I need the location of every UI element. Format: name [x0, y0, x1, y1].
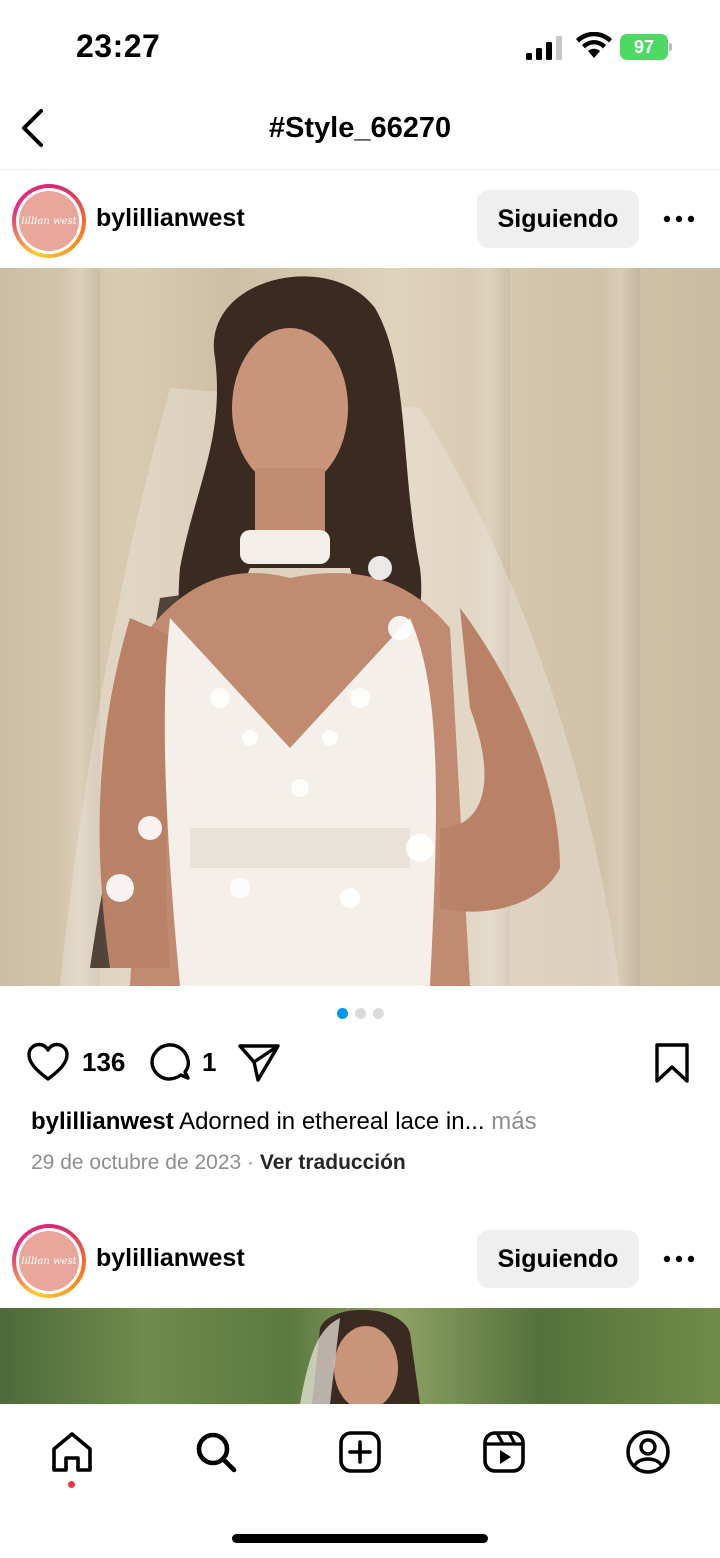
- nav-header: #Style_66270: [0, 96, 720, 170]
- more-options-button[interactable]: [656, 1244, 702, 1274]
- post-header: lillian west bylillianwest Siguiendo: [0, 1210, 720, 1306]
- post-actions: 136 1: [0, 1036, 720, 1092]
- avatar-logo: lillian west: [19, 1231, 79, 1291]
- caption-text: Adorned in ethereal lace in...: [173, 1108, 485, 1135]
- carousel-indicator: [0, 1008, 720, 1020]
- following-button[interactable]: Siguiendo: [477, 1230, 639, 1288]
- like-button[interactable]: 136: [26, 1042, 125, 1082]
- bride-photo: [300, 1309, 420, 1404]
- wifi-icon: [576, 32, 612, 58]
- meta-separator: ·: [241, 1151, 260, 1174]
- caption-more-link[interactable]: más: [485, 1108, 536, 1135]
- tab-create[interactable]: [336, 1428, 384, 1476]
- heart-icon: [27, 1042, 69, 1081]
- send-icon: [238, 1044, 280, 1082]
- translate-link[interactable]: Ver traducción: [260, 1151, 406, 1174]
- signal-icon: [526, 36, 562, 60]
- bookmark-icon: [655, 1043, 689, 1083]
- like-count: 136: [82, 1046, 126, 1077]
- avatar[interactable]: lillian west: [12, 1224, 86, 1298]
- home-indicator: [232, 1534, 488, 1543]
- caption-username[interactable]: bylillianwest: [31, 1108, 174, 1135]
- following-button[interactable]: Siguiendo: [477, 190, 639, 248]
- more-icon: [663, 215, 695, 223]
- post-meta: 29 de octubre de 2023 · Ver traducción: [31, 1151, 406, 1175]
- more-options-button[interactable]: [656, 204, 702, 234]
- page-title: #Style_66270: [268, 112, 452, 144]
- bride-photo: [60, 276, 620, 986]
- battery-cap: [669, 43, 672, 51]
- post-header: lillian west bylillianwest Siguiendo: [0, 170, 720, 266]
- post-username[interactable]: bylillianwest: [96, 204, 245, 233]
- carousel-dot: [336, 1008, 348, 1019]
- tab-search[interactable]: [192, 1428, 240, 1476]
- save-button[interactable]: [654, 1042, 690, 1084]
- comment-button[interactable]: 1: [150, 1042, 216, 1082]
- carousel-dot: [354, 1008, 366, 1019]
- status-time: 23:27: [76, 28, 161, 64]
- post-image[interactable]: [0, 1308, 720, 1404]
- tab-profile[interactable]: [624, 1428, 672, 1476]
- avatar[interactable]: lillian west: [12, 184, 86, 258]
- tab-home[interactable]: [48, 1428, 96, 1476]
- more-icon: [663, 1255, 695, 1263]
- comment-icon: [150, 1043, 190, 1081]
- home-icon: [52, 1432, 92, 1472]
- post-caption: bylillianwest Adorned in ethereal lace i…: [31, 1108, 537, 1136]
- profile-icon: [626, 1430, 670, 1474]
- post-username[interactable]: bylillianwest: [96, 1244, 245, 1273]
- post-date: 29 de octubre de 2023: [31, 1151, 242, 1174]
- tab-bar: [0, 1404, 720, 1558]
- create-icon: [339, 1431, 381, 1473]
- status-bar: 23:27 97: [0, 0, 720, 96]
- battery-level: 97: [620, 34, 668, 60]
- tab-reels[interactable]: [480, 1428, 528, 1476]
- battery-icon: 97: [620, 34, 672, 60]
- share-button[interactable]: [238, 1042, 280, 1082]
- avatar-logo: lillian west: [19, 191, 79, 251]
- carousel-dot: [372, 1008, 384, 1019]
- post-image[interactable]: [0, 268, 720, 986]
- reels-icon: [483, 1431, 525, 1473]
- notification-dot: [68, 1481, 75, 1488]
- search-icon: [196, 1432, 237, 1473]
- comment-count: 1: [202, 1046, 217, 1077]
